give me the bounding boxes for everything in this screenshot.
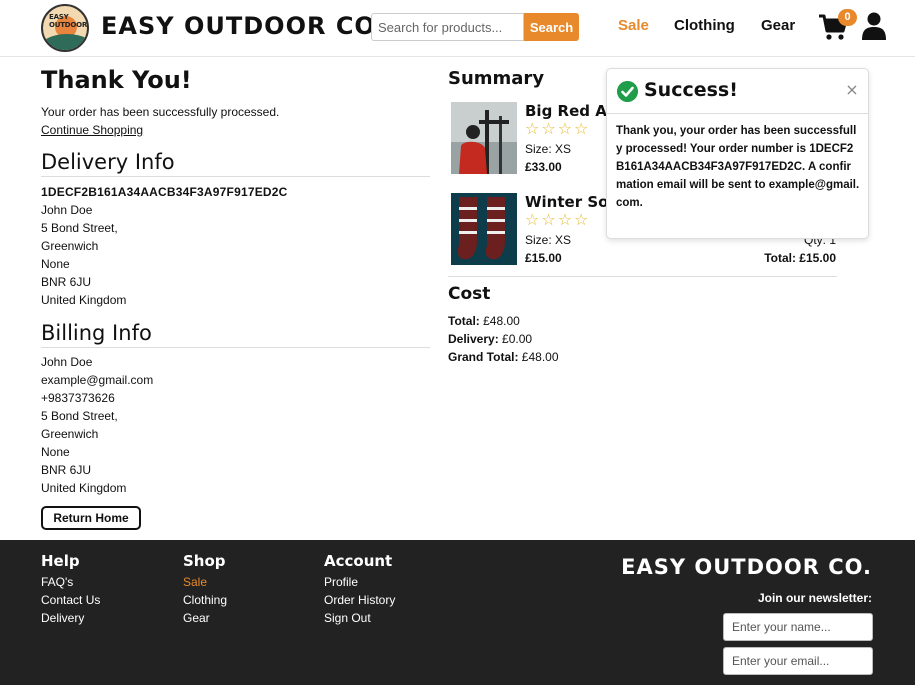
delivery-country: United Kingdom (41, 293, 127, 307)
return-home-button[interactable]: Return Home (41, 506, 141, 530)
item-size: Size: XS (525, 233, 572, 247)
footer-shop-column: Shop Sale Clothing Gear (183, 552, 227, 627)
footer-link-clothing[interactable]: Clothing (183, 591, 227, 609)
footer-link-faqs[interactable]: FAQ's (41, 573, 100, 591)
star-rating-icon: ☆☆☆☆ (525, 210, 591, 229)
continue-shopping-link[interactable]: Continue Shopping (41, 123, 143, 137)
billing-country: United Kingdom (41, 481, 127, 495)
delivery-address2: Greenwich (41, 239, 99, 253)
confirmation-message: Your order has been successfully process… (41, 105, 280, 119)
product-image-socks[interactable] (451, 193, 517, 265)
success-toast: Success! × Thank you, your order has bee… (606, 68, 869, 239)
cart-count-badge: 0 (838, 9, 857, 26)
footer-link-sale[interactable]: Sale (183, 573, 227, 591)
toast-title: Success! (644, 79, 738, 101)
search-button[interactable]: Search (524, 13, 579, 41)
billing-email: example@gmail.com (41, 373, 154, 387)
footer-link-contact[interactable]: Contact Us (41, 591, 100, 609)
footer-brand: EASY OUTDOOR CO. (621, 555, 872, 579)
delivery-info: 1DECF2B161A34AACB34F3A97F917ED2C John Do… (41, 183, 288, 309)
delivery-postcode: BNR 6JU (41, 275, 92, 289)
footer-link-gear[interactable]: Gear (183, 609, 227, 627)
nav-gear[interactable]: Gear (761, 17, 795, 34)
cost-delivery-label: Delivery: (448, 332, 499, 346)
nav-clothing[interactable]: Clothing (674, 17, 735, 34)
item-total: Total: £15.00 (764, 251, 836, 265)
delivery-county: None (41, 257, 70, 271)
item-size: Size: XS (525, 142, 572, 156)
site-footer: Help FAQ's Contact Us Delivery Shop Sale… (0, 540, 915, 685)
toast-message: Thank you, your order has been successfu… (616, 125, 860, 209)
newsletter-label: Join our newsletter: (757, 591, 872, 605)
billing-address1: 5 Bond Street, (41, 409, 118, 423)
footer-link-sign-out[interactable]: Sign Out (324, 609, 395, 627)
product-image-jacket[interactable] (451, 102, 517, 174)
billing-phone: +9837373626 (41, 391, 115, 405)
check-circle-icon (617, 81, 638, 102)
item-name: Big Red Ad (525, 102, 618, 120)
footer-account-column: Account Profile Order History Sign Out (324, 552, 395, 627)
order-number: 1DECF2B161A34AACB34F3A97F917ED2C (41, 185, 288, 199)
cost-total: £48.00 (483, 314, 520, 328)
footer-account-heading: Account (324, 552, 393, 570)
item-price: £33.00 (525, 160, 562, 174)
newsletter-name-input[interactable] (723, 613, 873, 641)
footer-help-column: Help FAQ's Contact Us Delivery (41, 552, 100, 627)
page-title: Thank You! (41, 66, 192, 94)
footer-link-order-history[interactable]: Order History (324, 591, 395, 609)
footer-help-heading: Help (41, 552, 80, 570)
item-price: £15.00 (525, 251, 562, 265)
footer-shop-heading: Shop (183, 552, 226, 570)
nav-sale[interactable]: Sale (618, 17, 649, 34)
summary-divider (448, 276, 837, 277)
delivery-address1: 5 Bond Street, (41, 221, 118, 235)
item-name: Winter Soc (525, 193, 618, 211)
billing-info-heading: Billing Info (41, 321, 430, 348)
logo-text: EASY OUTDOOR (49, 13, 88, 29)
delivery-info-heading: Delivery Info (41, 150, 430, 177)
cost-breakdown: Total: £48.00 Delivery: £0.00 Grand Tota… (448, 312, 559, 366)
logo-hill-shape (43, 34, 87, 50)
newsletter-email-input[interactable] (723, 647, 873, 675)
logo-badge[interactable]: EASY OUTDOOR (41, 4, 89, 52)
cost-total-label: Total: (448, 314, 480, 328)
billing-name: John Doe (41, 355, 93, 369)
search-input[interactable] (371, 13, 524, 41)
brand-name[interactable]: EASY OUTDOOR CO. (101, 12, 385, 40)
footer-link-profile[interactable]: Profile (324, 573, 395, 591)
cost-grand-label: Grand Total: (448, 350, 519, 364)
billing-county: None (41, 445, 70, 459)
billing-address2: Greenwich (41, 427, 99, 441)
user-icon[interactable] (862, 12, 886, 40)
toast-header: Success! × (607, 69, 868, 114)
close-icon[interactable]: × (843, 81, 861, 99)
delivery-name: John Doe (41, 203, 93, 217)
star-rating-icon: ☆☆☆☆ (525, 119, 591, 138)
cost-heading: Cost (448, 284, 491, 304)
summary-heading: Summary (448, 68, 545, 89)
cost-delivery: £0.00 (502, 332, 533, 346)
billing-info: John Doe example@gmail.com +9837373626 5… (41, 353, 153, 497)
billing-postcode: BNR 6JU (41, 463, 92, 477)
footer-link-delivery[interactable]: Delivery (41, 609, 100, 627)
cost-grand-total: £48.00 (521, 350, 559, 364)
site-header: EASY OUTDOOR EASY OUTDOOR CO. Search Sal… (0, 0, 915, 57)
